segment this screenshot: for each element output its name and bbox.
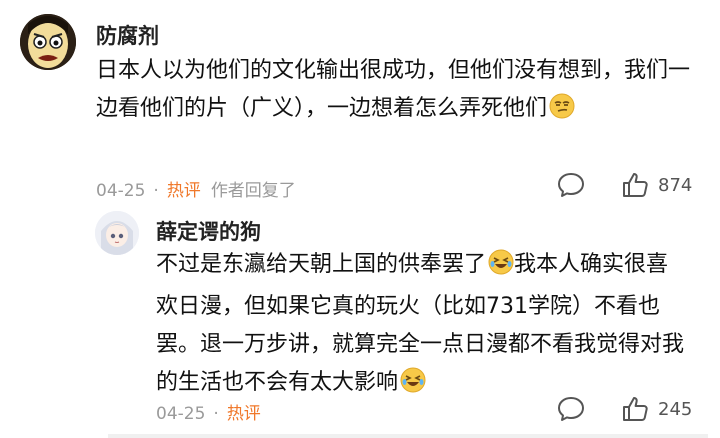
comment-text-part1: 不过是东瀛给天朝上国的供奉罢了 xyxy=(156,252,487,277)
avatar-anime-girl-icon xyxy=(95,211,139,255)
comment-text-content: 日本人以为他们的文化输出很成功，但他们没有想到，我们一边看他们的片（广义），一边… xyxy=(96,58,691,121)
hot-tag: 热评 xyxy=(226,404,261,424)
comment-bubble-icon xyxy=(558,397,584,421)
laughing-tears-emoji-icon xyxy=(400,367,426,406)
comment-text: 不过是东瀛给天朝上国的供奉罢了 我本人确实很喜欢日漫，但如果它真的玩火（比如731… xyxy=(156,246,686,406)
comment-bubble-icon xyxy=(558,173,584,197)
like-count: 874 xyxy=(658,174,693,196)
comment-meta: 04-25 · 热评 xyxy=(156,399,261,424)
reply-button[interactable] xyxy=(556,394,586,424)
laughing-tears-emoji-icon xyxy=(488,249,514,288)
author-replied-note: 作者回复了 xyxy=(210,181,296,201)
comment-date: 04-25 xyxy=(96,181,146,201)
hot-tag: 热评 xyxy=(166,181,201,201)
avatar[interactable] xyxy=(20,14,76,70)
like-button[interactable]: 245 xyxy=(620,394,692,424)
avatar[interactable] xyxy=(95,211,139,255)
username[interactable]: 防腐剂 xyxy=(96,20,159,50)
comment-meta: 04-25 · 热评 作者回复了 xyxy=(96,176,296,201)
like-count: 245 xyxy=(658,398,693,420)
thumbs-up-icon xyxy=(623,397,648,421)
meta-separator: · xyxy=(213,404,219,424)
thumbs-up-icon xyxy=(623,173,648,197)
comment-date: 04-25 xyxy=(156,404,206,424)
smirk-emoji-icon xyxy=(549,93,575,132)
username[interactable]: 薛定谔的狗 xyxy=(156,216,261,246)
avatar-face-icon xyxy=(20,14,76,70)
like-button[interactable]: 874 xyxy=(620,170,692,200)
reply-button[interactable] xyxy=(556,170,586,200)
comment-text: 日本人以为他们的文化输出很成功，但他们没有想到，我们一边看他们的片（广义），一边… xyxy=(96,52,694,132)
next-comment-edge xyxy=(108,434,708,438)
meta-separator: · xyxy=(153,181,159,201)
